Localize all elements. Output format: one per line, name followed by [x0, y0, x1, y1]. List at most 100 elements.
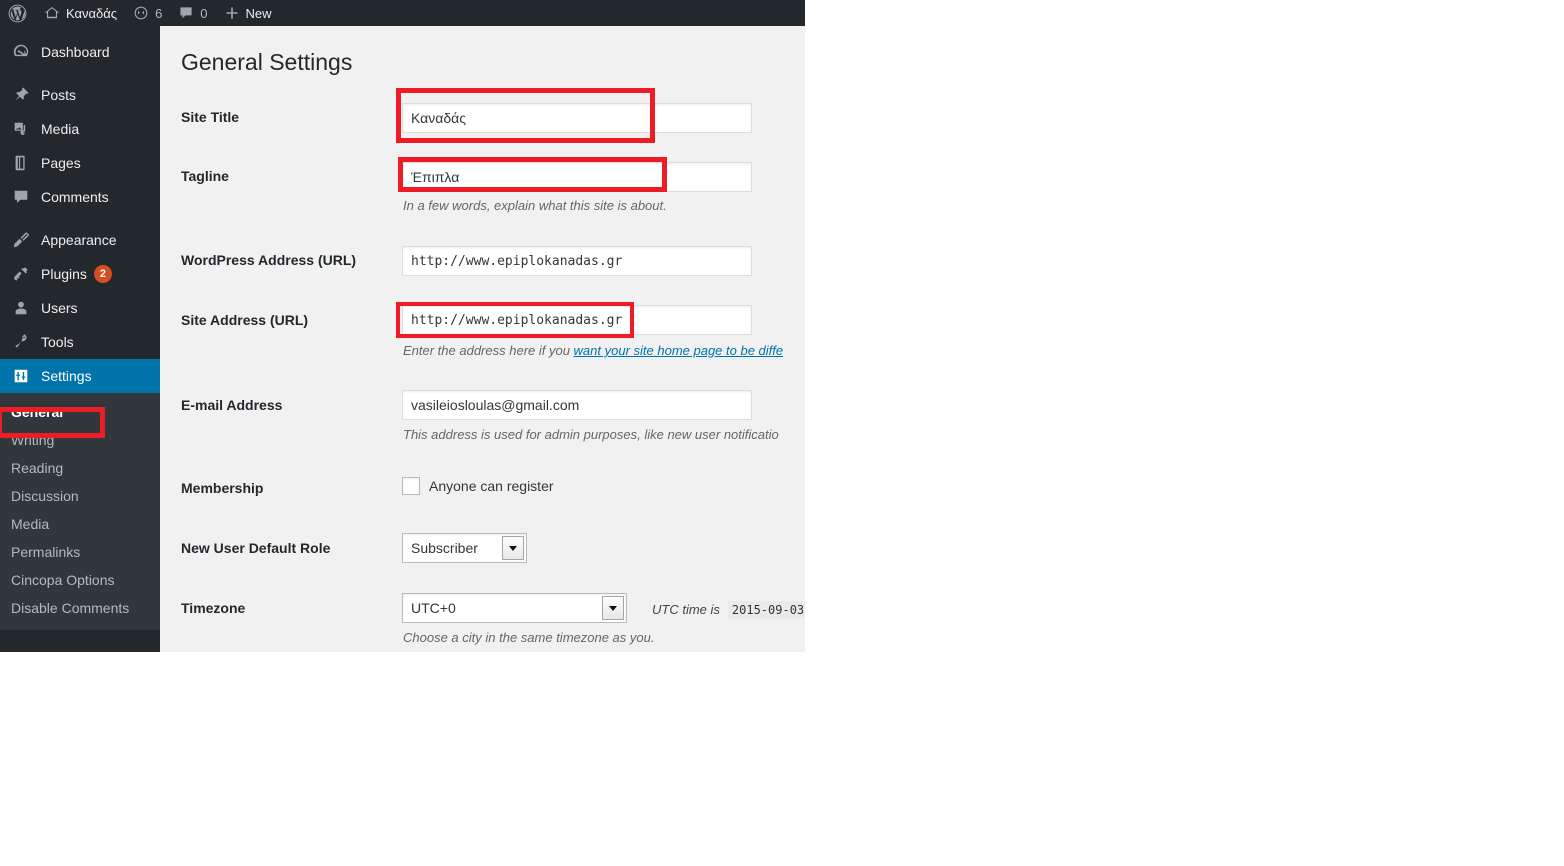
membership-checkbox-row[interactable]: Anyone can register [402, 477, 554, 495]
email-address-field-wrap [402, 390, 752, 420]
sidebar-item-label: Pages [41, 155, 81, 171]
sidebar-item-users[interactable]: Users [0, 291, 160, 325]
admin-bar-comments[interactable]: 0 [170, 0, 215, 26]
email-address-label: E-mail Address [181, 397, 283, 413]
admin-bar: Καναδάς 6 0 New [0, 0, 805, 26]
tagline-label: Tagline [181, 168, 229, 184]
sidebar-item-appearance[interactable]: Appearance [0, 223, 160, 257]
submenu-item-label: Permalinks [11, 544, 81, 560]
submenu-item-reading[interactable]: Reading [0, 454, 160, 482]
sidebar-item-pages[interactable]: Pages [0, 146, 160, 180]
admin-bar-site-name[interactable]: Καναδάς [36, 0, 125, 26]
dashboard-icon [11, 42, 31, 62]
admin-bar-site-name-label: Καναδάς [66, 5, 118, 21]
settings-submenu: General Writing Reading Discussion Media… [0, 393, 160, 630]
plug-icon [11, 264, 31, 284]
wordpress-logo-icon [8, 4, 27, 23]
sidebar-item-label: Settings [41, 368, 92, 384]
submenu-item-label: Disable Comments [11, 600, 130, 616]
sidebar-item-settings[interactable]: Settings [0, 359, 168, 393]
site-address-input[interactable] [402, 305, 752, 335]
site-address-description: Enter the address here if you want your … [403, 343, 783, 358]
utc-time-label: UTC time is [652, 602, 720, 617]
new-user-default-role-select[interactable]: Subscriber [402, 533, 527, 563]
pages-icon [11, 153, 31, 173]
wordpress-logo-button[interactable] [0, 0, 36, 26]
submenu-item-general[interactable]: General [0, 398, 160, 426]
anyone-can-register-label: Anyone can register [429, 478, 554, 494]
admin-bar-updates-count: 6 [155, 5, 163, 21]
timezone-label: Timezone [181, 600, 246, 616]
chevron-down-icon[interactable] [602, 596, 624, 620]
pin-icon [11, 85, 31, 105]
email-address-description: This address is used for admin purposes,… [403, 427, 779, 442]
timezone-description: Choose a city in the same timezone as yo… [403, 630, 655, 645]
tagline-description: In a few words, explain what this site i… [403, 198, 667, 213]
media-icon [11, 119, 31, 139]
admin-bar-new-content[interactable]: New [216, 0, 280, 26]
sidebar-item-label: Dashboard [41, 44, 110, 60]
wordpress-address-input[interactable] [402, 246, 752, 276]
submenu-item-disable-comments[interactable]: Disable Comments [0, 594, 160, 622]
sidebar-item-media[interactable]: Media [0, 112, 160, 146]
wrench-icon [11, 332, 31, 352]
sidebar-item-label: Plugins [41, 266, 87, 282]
admin-bar-comments-count: 0 [200, 5, 208, 21]
new-user-default-role-value: Subscriber [411, 540, 478, 556]
tagline-input[interactable] [402, 162, 752, 192]
submenu-item-media[interactable]: Media [0, 510, 160, 538]
site-home-page-link[interactable]: want your site home page to be diffe [574, 343, 784, 358]
wordpress-address-label: WordPress Address (URL) [181, 252, 357, 268]
site-title-input[interactable] [402, 103, 752, 133]
admin-bar-updates[interactable]: 6 [125, 0, 170, 26]
submenu-item-label: General [11, 404, 64, 420]
timezone-field-wrap: UTC+0 [402, 593, 627, 623]
submenu-item-permalinks[interactable]: Permalinks [0, 538, 160, 566]
paintbrush-icon [11, 230, 31, 250]
utc-time-value: 2015-09-03 [727, 601, 805, 619]
sidebar-item-tools[interactable]: Tools [0, 325, 160, 359]
site-address-label: Site Address (URL) [181, 312, 309, 328]
plus-icon [224, 5, 240, 21]
comment-bubble-icon [11, 187, 31, 207]
submenu-item-label: Media [11, 516, 50, 532]
sidebar-item-label: Tools [41, 334, 74, 350]
sidebar-item-posts[interactable]: Posts [0, 78, 160, 112]
settings-sliders-icon [11, 366, 31, 386]
admin-bar-new-label: New [245, 5, 272, 21]
submenu-item-label: Cincopa Options [11, 572, 115, 588]
new-user-default-role-field-wrap: Subscriber [402, 533, 527, 563]
submenu-item-label: Writing [11, 432, 55, 448]
settings-content-area: General Settings Site Title Tagline In a… [160, 26, 805, 652]
submenu-item-cincopa-options[interactable]: Cincopa Options [0, 566, 160, 594]
new-user-default-role-label: New User Default Role [181, 540, 331, 556]
user-icon [11, 298, 31, 318]
membership-label: Membership [181, 480, 264, 496]
submenu-item-writing[interactable]: Writing [0, 426, 160, 454]
email-address-input[interactable] [402, 390, 752, 420]
sidebar-item-label: Appearance [41, 232, 117, 248]
admin-sidebar: Dashboard Posts Media Pages Comments App… [0, 26, 168, 652]
home-icon [44, 5, 60, 21]
timezone-value: UTC+0 [411, 600, 456, 616]
sidebar-item-label: Comments [41, 189, 109, 205]
sidebar-item-label: Users [41, 300, 78, 316]
tagline-field-wrap [402, 162, 752, 192]
sidebar-item-label: Posts [41, 87, 77, 103]
site-title-label: Site Title [181, 109, 240, 125]
submenu-item-discussion[interactable]: Discussion [0, 482, 160, 510]
page-title: General Settings [181, 49, 353, 75]
anyone-can-register-checkbox[interactable] [402, 477, 420, 495]
submenu-item-label: Reading [11, 460, 64, 476]
site-address-description-text: Enter the address here if you [403, 343, 574, 358]
utc-time-note: UTC time is 2015-09-03 [652, 601, 805, 619]
browser-viewport: Καναδάς 6 0 New Dashboard Posts Media Pa… [0, 0, 805, 652]
chevron-down-icon[interactable] [502, 536, 524, 560]
sidebar-separator-2 [0, 214, 160, 223]
updates-icon [133, 5, 149, 21]
sidebar-item-comments[interactable]: Comments [0, 180, 160, 214]
sidebar-item-plugins[interactable]: Plugins 2 [0, 257, 160, 291]
submenu-item-label: Discussion [11, 488, 79, 504]
timezone-select[interactable]: UTC+0 [402, 593, 627, 623]
sidebar-item-dashboard[interactable]: Dashboard [0, 35, 160, 69]
